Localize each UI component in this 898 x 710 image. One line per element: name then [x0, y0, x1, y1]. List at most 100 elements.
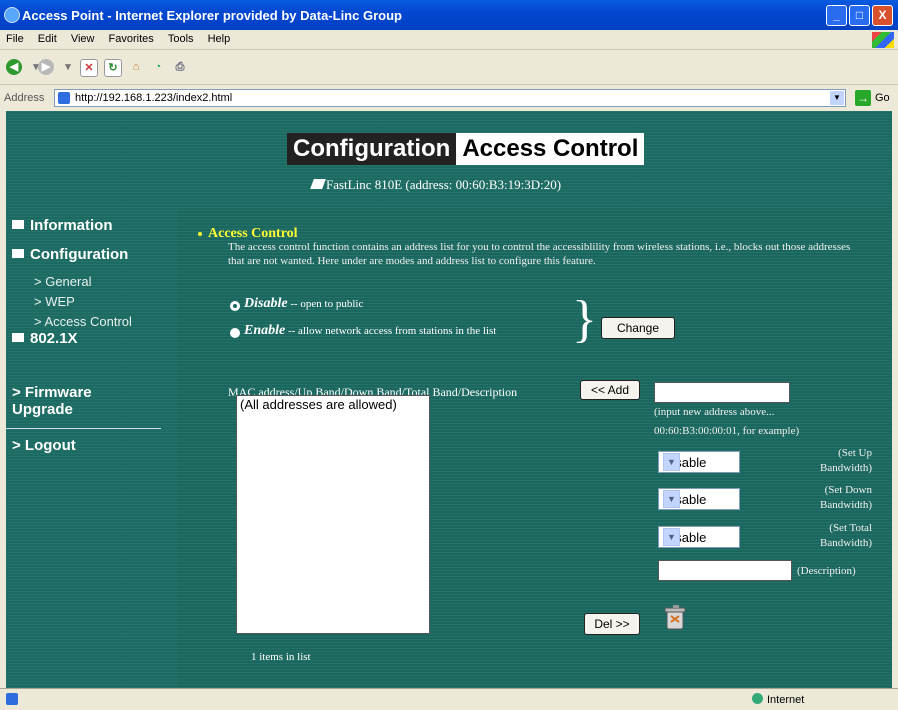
- window-title: Access Point - Internet Explorer provide…: [22, 8, 402, 23]
- address-input[interactable]: http://192.168.1.223/index2.html ▼: [54, 89, 846, 107]
- mode-disable-desc: -- open to public: [290, 298, 364, 310]
- sidebar-item-wep[interactable]: > WEP: [34, 294, 75, 309]
- sidebar-item-label: 802.1X: [30, 330, 78, 347]
- globe-icon: [752, 693, 763, 704]
- new-address-input[interactable]: [654, 382, 790, 403]
- sidebar-divider: [6, 428, 161, 429]
- menu-bar: File Edit View Favorites Tools Help: [0, 30, 898, 50]
- page-content: Configuration Access Control FastLinc 810…: [6, 111, 892, 688]
- menu-edit[interactable]: Edit: [32, 30, 62, 45]
- home-icon[interactable]: ⌂: [128, 59, 144, 75]
- device-text: FastLinc 810E (address: 00:60:B3:19:3D:2…: [326, 177, 562, 192]
- list-count: 1 items in list: [251, 651, 311, 663]
- total-bandwidth-label-1: (Set Total: [829, 522, 872, 534]
- address-label: Address: [4, 92, 45, 104]
- section-description: The access control function contains an …: [228, 241, 851, 267]
- menu-file[interactable]: File: [0, 30, 29, 45]
- maximize-button[interactable]: □: [849, 5, 870, 26]
- open-folder-icon: [12, 249, 24, 258]
- delete-button[interactable]: Del >>: [584, 613, 640, 635]
- security-zone-label: Internet: [767, 694, 805, 706]
- total-bandwidth-label-2: Bandwidth): [820, 537, 872, 549]
- up-bandwidth-label-1: (Set Up: [838, 447, 872, 459]
- total-bandwidth-label: (Set Total Bandwidth): [792, 521, 872, 551]
- down-bandwidth-label-1: (Set Down: [824, 484, 872, 496]
- sidebar-item-label: Information: [30, 217, 113, 234]
- banner-access-control: Access Control: [456, 133, 645, 165]
- sidebar-item-label: Upgrade: [12, 401, 73, 418]
- up-bandwidth-label: (Set Up Bandwidth): [792, 446, 872, 476]
- window-titlebar: Access Point - Internet Explorer provide…: [0, 0, 898, 30]
- sidebar-item-access-control[interactable]: > Access Control: [34, 314, 132, 329]
- trash-icon[interactable]: [664, 604, 686, 630]
- page-icon: [58, 92, 70, 104]
- address-hint-2: 00:60:B3:00:00:01, for example): [654, 425, 800, 437]
- go-arrow-icon[interactable]: →: [855, 90, 871, 106]
- sidebar-item-label: > Firmware: [12, 384, 92, 401]
- description-label: (Description): [797, 565, 856, 577]
- banner-configuration: Configuration: [287, 133, 457, 165]
- window-border-right: [892, 111, 898, 688]
- address-list[interactable]: (All addresses are allowed): [236, 395, 430, 634]
- device-info: FastLinc 810E (address: 00:60:B3:19:3D:2…: [310, 177, 562, 193]
- sidebar-item-general[interactable]: > General: [34, 274, 91, 289]
- forward-icon[interactable]: ▶: [38, 59, 54, 75]
- refresh-icon[interactable]: ↻: [104, 59, 122, 77]
- sidebar-item-configuration[interactable]: Configuration: [12, 246, 128, 263]
- stop-icon[interactable]: ✕: [80, 59, 98, 77]
- up-bandwidth-select[interactable]: Disable ▼: [658, 451, 740, 473]
- chevron-down-icon[interactable]: ▼: [830, 91, 844, 105]
- back-icon[interactable]: ◀: [6, 59, 22, 75]
- menu-favorites[interactable]: Favorites: [103, 30, 159, 45]
- computer-icon: [310, 179, 326, 189]
- address-bar: Address http://192.168.1.223/index2.html…: [0, 86, 898, 110]
- ie-logo-icon: [4, 7, 20, 23]
- menu-view[interactable]: View: [65, 30, 100, 45]
- chevron-down-icon[interactable]: ▼: [663, 490, 680, 508]
- description-input[interactable]: [658, 560, 792, 581]
- chevron-down-icon[interactable]: ▼: [663, 453, 680, 471]
- sidebar-item-firmware-upgrade[interactable]: > Firmware Upgrade: [12, 384, 92, 418]
- down-bandwidth-select[interactable]: Disable ▼: [658, 488, 740, 510]
- mode-enable-option[interactable]: Enable -- allow network access from stat…: [244, 323, 496, 339]
- windows-logo-icon: [872, 32, 894, 48]
- history-icon[interactable]: ◔: [150, 59, 166, 75]
- mode-enable-desc: -- allow network access from stations in…: [287, 325, 497, 337]
- chevron-down-icon[interactable]: ▼: [663, 528, 680, 546]
- sidebar-item-802-1x[interactable]: 802.1X: [12, 330, 78, 347]
- down-bandwidth-label: (Set Down Bandwidth): [792, 483, 872, 513]
- sidebar-item-logout[interactable]: > Logout: [12, 437, 76, 454]
- go-button[interactable]: Go: [875, 92, 890, 104]
- down-bandwidth-label-2: Bandwidth): [820, 499, 872, 511]
- bullet-icon: [198, 232, 202, 236]
- mode-enable-radio[interactable]: [230, 328, 240, 338]
- address-url[interactable]: http://192.168.1.223/index2.html: [75, 92, 232, 104]
- list-item[interactable]: (All addresses are allowed): [237, 396, 429, 413]
- minimize-button[interactable]: _: [826, 5, 847, 26]
- security-zone: Internet: [752, 693, 804, 706]
- mode-disable-radio[interactable]: [230, 301, 240, 311]
- menu-help[interactable]: Help: [202, 30, 236, 45]
- mode-disable-label: Disable: [244, 296, 288, 311]
- close-button[interactable]: X: [872, 5, 893, 26]
- mode-disable-option[interactable]: Disable -- open to public: [244, 296, 363, 312]
- menu-tools[interactable]: Tools: [162, 30, 199, 45]
- change-button[interactable]: Change: [601, 317, 675, 339]
- page-icon: [6, 693, 18, 705]
- access-control-panel: Access Control The access control functi…: [178, 210, 892, 688]
- status-bar: Internet: [0, 688, 898, 710]
- folder-icon: [12, 220, 24, 229]
- up-bandwidth-label-2: Bandwidth): [820, 462, 872, 474]
- print-icon[interactable]: ⎙: [172, 59, 188, 75]
- mode-enable-label: Enable: [244, 323, 286, 338]
- folder-icon: [12, 333, 24, 342]
- total-bandwidth-select[interactable]: Disable ▼: [658, 526, 740, 548]
- address-hint-1: (input new address above...: [654, 406, 775, 418]
- page-banner: Configuration Access Control: [287, 133, 645, 167]
- forward-dropdown-icon[interactable]: ▾: [60, 59, 76, 75]
- add-button[interactable]: << Add: [580, 380, 640, 400]
- sidebar-item-information[interactable]: Information: [12, 217, 113, 234]
- brace-decoration: }: [572, 291, 597, 348]
- browser-toolbar: ◀ ▾ ▶ ▾ ✕ ↻ ⌂ ◔ ⎙: [0, 51, 898, 85]
- sidebar-item-label: Configuration: [30, 246, 129, 263]
